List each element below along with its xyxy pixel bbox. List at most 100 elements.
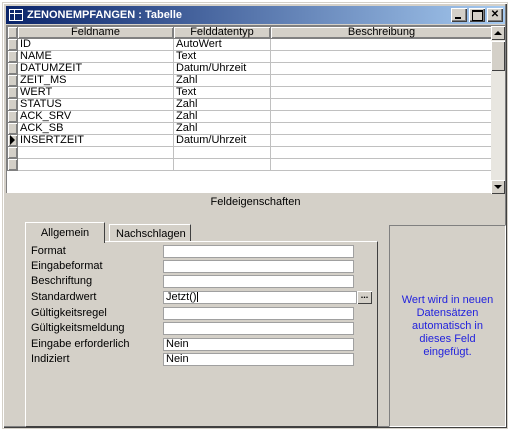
field-desc-cell[interactable] <box>270 38 493 51</box>
row-selector[interactable] <box>7 146 18 159</box>
validation-text-input[interactable] <box>163 322 354 335</box>
field-name-cell[interactable]: DATUMZEIT <box>17 62 174 75</box>
field-name-cell[interactable]: STATUS <box>17 98 174 111</box>
default-value-input[interactable]: Jetzt() <box>163 291 357 304</box>
field-name-cell[interactable]: ID <box>17 38 174 51</box>
table-row[interactable]: ZEIT_MS Zahl <box>7 74 493 87</box>
tab-allgemein[interactable]: Allgemein <box>25 222 105 243</box>
field-type-cell[interactable] <box>173 146 271 159</box>
default-value-text: Jetzt() <box>166 291 197 303</box>
table-row[interactable] <box>7 146 493 159</box>
row-selector[interactable] <box>7 98 18 111</box>
property-label: Eingabeformat <box>31 260 103 272</box>
table-row[interactable]: WERT Text <box>7 86 493 99</box>
field-name-cell[interactable]: ACK_SB <box>17 122 174 135</box>
column-header-beschreibung[interactable]: Beschreibung <box>270 26 493 39</box>
field-name-cell[interactable] <box>17 146 174 159</box>
field-type-cell[interactable]: Zahl <box>173 74 271 87</box>
field-desc-cell[interactable] <box>270 110 493 123</box>
maximize-button[interactable] <box>469 8 485 22</box>
table-design-window: ZENONEMPFANGEN : Tabelle ✕ Feldname Feld… <box>2 2 508 429</box>
row-selector-current[interactable] <box>7 134 18 147</box>
field-desc-cell[interactable] <box>270 158 493 171</box>
table-row[interactable]: ACK_SB Zahl <box>7 122 493 135</box>
field-name-cell[interactable]: INSERTZEIT <box>17 134 174 147</box>
row-selector[interactable] <box>7 110 18 123</box>
build-button[interactable]: ... <box>357 291 372 304</box>
field-type-cell[interactable]: Zahl <box>173 98 271 111</box>
property-row-beschriftung: Beschriftung <box>31 275 376 288</box>
field-type-cell[interactable] <box>173 158 271 171</box>
row-selector-header <box>7 26 18 39</box>
title-bar[interactable]: ZENONEMPFANGEN : Tabelle ✕ <box>6 6 505 24</box>
field-desc-cell[interactable] <box>270 74 493 87</box>
field-desc-cell[interactable] <box>270 62 493 75</box>
grid-vertical-scrollbar[interactable] <box>491 26 505 194</box>
field-desc-cell[interactable] <box>270 122 493 135</box>
field-table: Feldname Felddatentyp Beschreibung ID Au… <box>7 26 493 171</box>
row-selector[interactable] <box>7 122 18 135</box>
field-name-cell[interactable]: NAME <box>17 50 174 63</box>
row-selector[interactable] <box>7 74 18 87</box>
table-row-current[interactable]: INSERTZEIT Datum/Uhrzeit <box>7 134 493 147</box>
format-input[interactable] <box>163 245 354 258</box>
close-button[interactable]: ✕ <box>487 8 503 22</box>
caption-input[interactable] <box>163 275 354 288</box>
scroll-up-arrow-icon[interactable] <box>491 26 505 40</box>
field-type-cell[interactable]: Zahl <box>173 122 271 135</box>
validation-rule-input[interactable] <box>163 307 354 320</box>
field-type-cell[interactable]: AutoWert <box>173 38 271 51</box>
field-desc-cell[interactable] <box>270 134 493 147</box>
field-desc-cell[interactable] <box>270 50 493 63</box>
field-name-cell[interactable] <box>17 158 174 171</box>
field-name-cell[interactable]: WERT <box>17 86 174 99</box>
field-properties-label: Feldeigenschaften <box>210 196 301 208</box>
property-row-eingabe-erforderlich: Eingabe erforderlich Nein <box>31 338 376 351</box>
property-label: Standardwert <box>31 291 97 303</box>
table-row[interactable] <box>7 158 493 171</box>
field-desc-cell[interactable] <box>270 86 493 99</box>
minimize-button[interactable] <box>451 8 467 22</box>
table-icon <box>9 9 23 21</box>
table-row[interactable]: DATUMZEIT Datum/Uhrzeit <box>7 62 493 75</box>
input-mask-input[interactable] <box>163 260 354 273</box>
property-row-standardwert: Standardwert Jetzt() ... <box>31 291 376 304</box>
field-name-cell[interactable]: ACK_SRV <box>17 110 174 123</box>
tab-nachschlagen[interactable]: Nachschlagen <box>109 224 191 242</box>
field-type-cell[interactable]: Datum/Uhrzeit <box>173 62 271 75</box>
property-label: Eingabe erforderlich <box>31 338 130 350</box>
column-header-feldname[interactable]: Feldname <box>17 26 174 39</box>
current-row-arrow-icon <box>10 135 15 146</box>
table-row[interactable]: ACK_SRV Zahl <box>7 110 493 123</box>
row-selector[interactable] <box>7 86 18 99</box>
scroll-thumb[interactable] <box>491 41 505 71</box>
required-input[interactable]: Nein <box>163 338 354 351</box>
field-type-cell[interactable]: Zahl <box>173 110 271 123</box>
property-row-format: Format <box>31 245 376 258</box>
indexed-input[interactable]: Nein <box>163 353 354 366</box>
field-type-cell[interactable]: Datum/Uhrzeit <box>173 134 271 147</box>
column-header-felddatentyp[interactable]: Felddatentyp <box>173 26 271 39</box>
field-name-cell[interactable]: ZEIT_MS <box>17 74 174 87</box>
scroll-down-arrow-icon[interactable] <box>491 180 505 194</box>
row-selector[interactable] <box>7 62 18 75</box>
row-selector[interactable] <box>7 38 18 51</box>
property-row-eingabeformat: Eingabeformat <box>31 260 376 273</box>
property-hint-text: Wert wird in neuen Datensätzen automatis… <box>401 293 494 358</box>
row-selector[interactable] <box>7 50 18 63</box>
property-label: Format <box>31 245 66 257</box>
table-row[interactable]: ID AutoWert <box>7 38 493 51</box>
field-desc-cell[interactable] <box>270 98 493 111</box>
text-caret <box>196 292 198 303</box>
property-row-gueltigkeitsmeldung: Gültigkeitsmeldung <box>31 322 376 335</box>
field-grid: Feldname Felddatentyp Beschreibung ID Au… <box>6 25 505 194</box>
general-properties-panel: Format Eingabeformat Beschriftung Standa… <box>25 241 378 427</box>
property-row-gueltigkeitsregel: Gültigkeitsregel <box>31 307 376 320</box>
row-selector[interactable] <box>7 158 18 171</box>
table-row[interactable]: STATUS Zahl <box>7 98 493 111</box>
grid-header-row: Feldname Felddatentyp Beschreibung <box>7 26 493 39</box>
field-desc-cell[interactable] <box>270 146 493 159</box>
field-type-cell[interactable]: Text <box>173 86 271 99</box>
field-type-cell[interactable]: Text <box>173 50 271 63</box>
table-row[interactable]: NAME Text <box>7 50 493 63</box>
